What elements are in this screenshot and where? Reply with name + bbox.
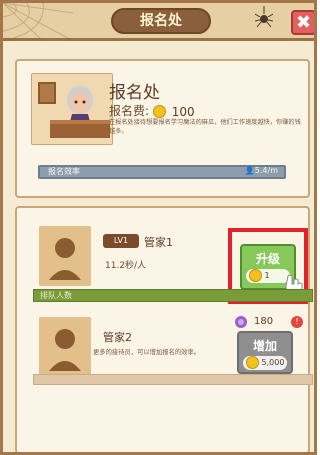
staff-card: LV1 管家1 11.2秒/人 升级 1 排队人数 管家2 更多的接待员，可以增… [15, 206, 313, 452]
gem-icon [235, 316, 247, 328]
coin-icon [249, 269, 262, 282]
add-cost: 5,000 [243, 356, 287, 370]
registration-panel: 报名处 ✖ 报名处 报名费: 100 在报名处接待想要报名学习魔法的麻瓜，他们工… [0, 0, 317, 455]
staff2-description: 更多的接待员，可以增加报名的效率。 [93, 349, 201, 356]
efficiency-value: 👤5.4/m [244, 166, 278, 175]
efficiency-bar: 报名效率 👤5.4/m [38, 165, 286, 179]
staff1-rate: 11.2秒/人 [105, 261, 147, 271]
fee-label: 报名费: [109, 104, 150, 118]
queue-bar: 排队人数 [33, 289, 313, 302]
gem-row: 180 ! [234, 315, 312, 329]
registration-card: 报名处 报名费: 100 在报名处接待想要报名学习魔法的麻瓜，他们工作速度越快，… [15, 59, 310, 198]
add-staff-button[interactable]: 增加 5,000 [237, 331, 293, 374]
top-bar: 报名处 ✖ [3, 3, 314, 41]
staff2-name: 管家2 [103, 331, 132, 344]
add-label: 增加 [252, 339, 277, 353]
alert-icon: ! [291, 316, 303, 328]
fee-row: 报名费: 100 [109, 102, 195, 119]
spider-icon [255, 6, 273, 28]
queue-label: 排队人数 [40, 291, 72, 300]
fee-value: 100 [171, 104, 195, 119]
gem-value: 180 [254, 316, 274, 327]
efficiency-label: 报名效率 [48, 167, 80, 176]
staff2-progress-bar [33, 374, 313, 385]
close-button[interactable]: ✖ [291, 10, 314, 35]
registration-description: 在报名处接待想要报名学习魔法的麻瓜，他们工作速度越快，你赚的钱越多。 [109, 119, 301, 135]
coin-icon [152, 105, 166, 118]
person-icon [39, 226, 91, 286]
person-icon [39, 317, 91, 377]
add-cost-value: 5,000 [261, 358, 285, 367]
staff1-name: 管家1 [144, 236, 173, 249]
cobweb-icon [3, 3, 73, 41]
close-icon: ✖ [295, 12, 312, 33]
level-badge: LV1 [103, 234, 139, 248]
wizard-portrait [31, 73, 113, 145]
upgrade-button[interactable]: 升级 1 [240, 244, 303, 295]
registration-title: 报名处 [109, 83, 160, 103]
coin-icon [246, 356, 259, 369]
page-title: 报名处 [111, 8, 211, 34]
upgrade-cost-value: 1 [264, 271, 270, 280]
upgrade-label: 升级 [255, 252, 280, 266]
